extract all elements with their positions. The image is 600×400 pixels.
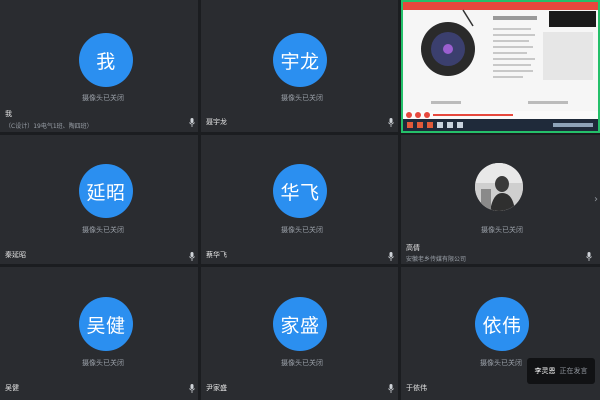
camera-off-label: 摄像头已关闭 bbox=[82, 359, 124, 367]
participant-tile[interactable]: 摄像头已关闭 高倩 安徽老乡传媒有限公司 bbox=[401, 135, 600, 264]
participant-tile[interactable]: 宇龙 摄像头已关闭 聂宇龙 bbox=[201, 0, 398, 132]
participant-tile[interactable]: 延昭 摄像头已关闭 秦延昭 bbox=[0, 135, 198, 264]
camera-off-label: 摄像头已关闭 bbox=[82, 94, 124, 102]
camera-off-label: 摄像头已关闭 bbox=[281, 226, 323, 234]
participant-avatar: 我 bbox=[79, 33, 133, 87]
speaker-name: 李灵恩 bbox=[534, 367, 556, 375]
participant-subtitle: 安徽老乡传媒有限公司 bbox=[406, 256, 467, 263]
participant-tile[interactable]: 家盛 摄像头已关闭 尹家盛 bbox=[201, 267, 398, 400]
chevron-right-icon[interactable]: › bbox=[594, 194, 598, 205]
mic-icon bbox=[388, 384, 394, 393]
participant-avatar: 吴健 bbox=[79, 297, 133, 351]
participant-name: 尹家盛 bbox=[206, 384, 227, 392]
speaker-status: 正在发言 bbox=[559, 367, 588, 375]
participant-avatar: 延昭 bbox=[79, 164, 133, 218]
participant-avatar: 依伟 bbox=[475, 297, 529, 351]
participant-name: 吴健 bbox=[5, 384, 19, 392]
participant-name: 秦延昭 bbox=[5, 251, 26, 259]
participant-tile[interactable]: 华飞 摄像头已关闭 蔡华飞 bbox=[201, 135, 398, 264]
mic-icon bbox=[388, 252, 394, 261]
camera-off-label: 摄像头已关闭 bbox=[82, 226, 124, 234]
camera-off-label: 摄像头已关闭 bbox=[281, 359, 323, 367]
participant-avatar: 宇龙 bbox=[273, 33, 327, 87]
video-grid: 我 摄像头已关闭 我 （C设计）19电气1班、陶四班） 宇龙 摄像头已关闭 聂宇… bbox=[0, 0, 600, 400]
mic-icon bbox=[586, 252, 592, 261]
participant-avatar: 华飞 bbox=[273, 164, 327, 218]
shared-screen-thumbnail bbox=[403, 2, 598, 131]
camera-off-label: 摄像头已关闭 bbox=[481, 226, 523, 234]
participant-tile[interactable]: 我 摄像头已关闭 我 （C设计）19电气1班、陶四班） bbox=[0, 0, 198, 132]
participant-avatar: 家盛 bbox=[273, 297, 327, 351]
camera-off-label: 摄像头已关闭 bbox=[281, 94, 323, 102]
mic-icon bbox=[189, 118, 195, 127]
participant-photo bbox=[475, 163, 523, 211]
participant-name: 我 bbox=[5, 110, 12, 118]
active-speaker-indicator: 李灵恩 正在发言 bbox=[527, 358, 595, 384]
mic-icon bbox=[388, 118, 394, 127]
participant-name: 聂宇龙 bbox=[206, 118, 227, 126]
participant-name: 蔡华飞 bbox=[206, 251, 227, 259]
mic-icon bbox=[189, 252, 195, 261]
participant-subtitle: （C设计）19电气1班、陶四班） bbox=[5, 123, 93, 130]
camera-off-label: 摄像头已关闭 bbox=[480, 359, 522, 367]
mic-icon bbox=[189, 384, 195, 393]
participant-name: 高倩 bbox=[406, 244, 420, 252]
screen-share-tile[interactable] bbox=[401, 0, 600, 133]
participant-tile[interactable]: 吴健 摄像头已关闭 吴健 bbox=[0, 267, 198, 400]
participant-name: 于依伟 bbox=[406, 384, 427, 392]
